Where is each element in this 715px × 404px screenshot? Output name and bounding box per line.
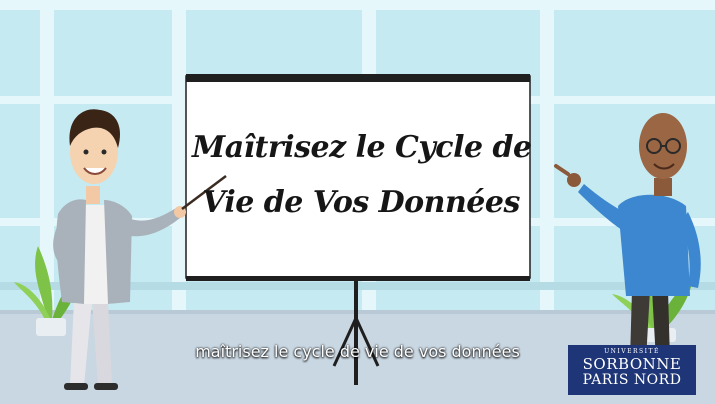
university-logo: UNIVERSITÉ SORBONNE PARIS NORD [568, 345, 696, 395]
logo-line2: SORBONNE [582, 355, 682, 373]
board-title-line1: Maîtrisez le Cycle de [192, 130, 532, 165]
video-frame: Maîtrisez le Cycle de Vie de Vos Données… [0, 0, 715, 404]
board-title: Maîtrisez le Cycle de Vie de Vos Données [192, 120, 532, 230]
board-title-line2: Vie de Vos Données [202, 185, 520, 220]
logo-line3: PARIS NORD [582, 372, 682, 388]
